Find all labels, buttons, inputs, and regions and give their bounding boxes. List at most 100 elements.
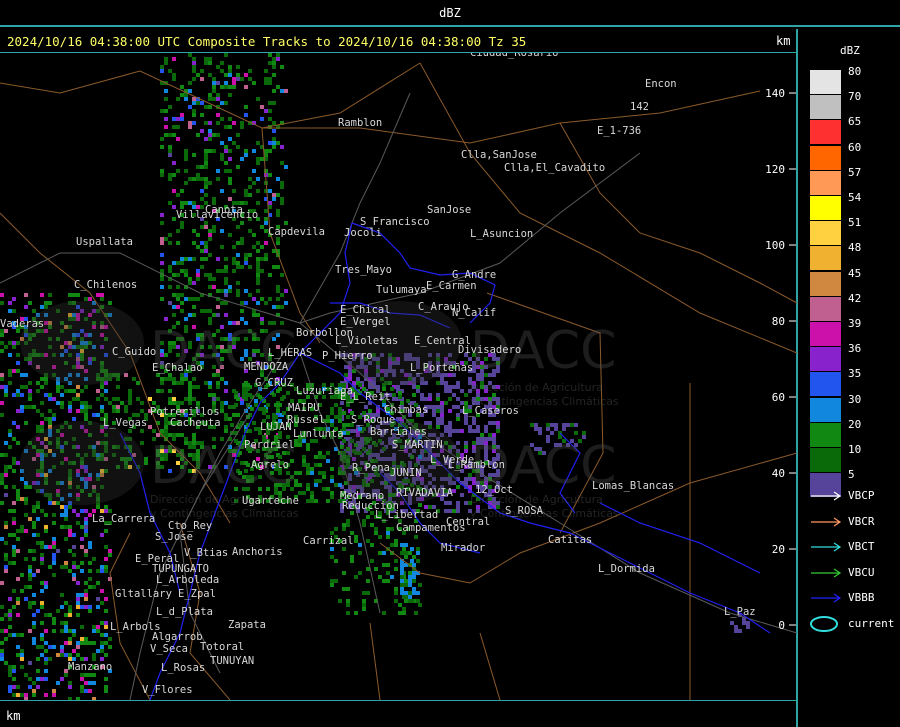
y-axis-units: km bbox=[776, 34, 791, 48]
echo-cell bbox=[244, 261, 248, 265]
echo-cell bbox=[236, 241, 240, 245]
echo-cell bbox=[268, 201, 272, 205]
echo-cell bbox=[148, 397, 152, 401]
echo-cell bbox=[84, 581, 88, 585]
echo-cell bbox=[440, 405, 444, 409]
echo-cell bbox=[452, 393, 456, 397]
echo-cell bbox=[408, 571, 412, 575]
echo-cell bbox=[36, 569, 40, 573]
echo-cell bbox=[272, 265, 276, 269]
echo-cell bbox=[164, 133, 168, 137]
echo-cell bbox=[280, 181, 284, 185]
place-label: Clla,SanJose bbox=[461, 149, 537, 161]
echo-cell bbox=[374, 531, 378, 535]
legend-swatch-60 bbox=[810, 145, 841, 170]
echo-cell bbox=[464, 445, 468, 449]
echo-cell bbox=[176, 297, 180, 301]
echo-cell bbox=[248, 69, 252, 73]
echo-cell bbox=[184, 257, 188, 261]
echo-cell bbox=[262, 411, 266, 415]
echo-cell bbox=[60, 605, 64, 609]
echo-cell bbox=[68, 653, 72, 657]
echo-cell bbox=[88, 541, 92, 545]
echo-cell bbox=[228, 289, 232, 293]
echo-cell bbox=[318, 455, 322, 459]
echo-cell bbox=[200, 69, 204, 73]
place-label: Uspallata bbox=[76, 236, 133, 248]
echo-cell bbox=[330, 407, 334, 411]
echo-cell bbox=[224, 85, 228, 89]
echo-cell bbox=[60, 677, 64, 681]
echo-cell bbox=[330, 419, 334, 423]
track-legend-vbct: VBCT bbox=[810, 539, 900, 555]
track-arrow-icon bbox=[811, 517, 842, 526]
echo-cell bbox=[256, 249, 260, 253]
echo-cell bbox=[12, 685, 16, 689]
echo-cell bbox=[100, 641, 104, 645]
echo-cell bbox=[8, 617, 12, 621]
echo-cell bbox=[84, 409, 88, 413]
echo-cell bbox=[260, 257, 264, 261]
echo-cell bbox=[204, 257, 208, 261]
place-label: Lunlunta bbox=[293, 428, 344, 440]
echo-cell bbox=[64, 613, 68, 617]
echo-cell bbox=[248, 429, 252, 433]
echo-cell bbox=[394, 587, 398, 591]
echo-cell bbox=[160, 237, 164, 241]
echo-cell bbox=[216, 397, 220, 401]
echo-cell bbox=[188, 313, 192, 317]
echo-cell bbox=[176, 401, 180, 405]
place-label: Ciudad_Rosario bbox=[470, 53, 559, 59]
echo-cell bbox=[212, 313, 216, 317]
echo-cell bbox=[104, 505, 108, 509]
echo-cell bbox=[204, 381, 208, 385]
echo-cell bbox=[128, 397, 132, 401]
echo-cell bbox=[100, 393, 104, 397]
echo-cell bbox=[72, 561, 76, 565]
echo-cell bbox=[96, 625, 100, 629]
echo-cell bbox=[314, 463, 318, 467]
echo-cell bbox=[172, 381, 176, 385]
echo-cell bbox=[72, 577, 76, 581]
echo-cell bbox=[318, 451, 322, 455]
echo-cell bbox=[4, 441, 8, 445]
echo-cell bbox=[234, 403, 238, 407]
echo-cell bbox=[456, 385, 460, 389]
echo-cell bbox=[200, 189, 204, 193]
echo-cell bbox=[302, 459, 306, 463]
echo-cell bbox=[440, 413, 444, 417]
echo-cell bbox=[428, 397, 432, 401]
echo-cell bbox=[456, 397, 460, 401]
echo-cell bbox=[276, 409, 280, 413]
echo-cell bbox=[56, 681, 60, 685]
echo-cell bbox=[64, 629, 68, 633]
echo-cell bbox=[224, 401, 228, 405]
echo-cell bbox=[306, 467, 310, 471]
echo-cell bbox=[4, 385, 8, 389]
legend-label-30: 30 bbox=[848, 392, 862, 406]
echo-cell bbox=[256, 265, 260, 269]
echo-cell bbox=[400, 571, 404, 575]
place-label: C_Guido bbox=[112, 346, 156, 358]
echo-cell bbox=[48, 393, 52, 397]
echo-cell bbox=[246, 387, 250, 391]
echo-cell bbox=[382, 579, 386, 583]
place-label: V_Seca bbox=[150, 643, 188, 655]
echo-cell bbox=[366, 539, 370, 543]
echo-cell bbox=[204, 105, 208, 109]
echo-cell bbox=[394, 591, 398, 595]
echo-cell bbox=[28, 549, 32, 553]
echo-cell bbox=[220, 117, 224, 121]
echo-cell bbox=[248, 177, 252, 181]
echo-cell bbox=[80, 569, 84, 573]
echo-cell bbox=[80, 389, 84, 393]
radar-map[interactable]: DACC DACC DACC DACC Dirección de Agricul… bbox=[0, 53, 797, 700]
echo-cell bbox=[12, 369, 16, 373]
echo-cell bbox=[180, 117, 184, 121]
echo-cell bbox=[212, 401, 216, 405]
echo-cell bbox=[72, 417, 76, 421]
echo-cell bbox=[390, 543, 394, 547]
echo-cell bbox=[200, 101, 204, 105]
echo-cell bbox=[550, 431, 554, 435]
echo-cell bbox=[334, 559, 338, 563]
